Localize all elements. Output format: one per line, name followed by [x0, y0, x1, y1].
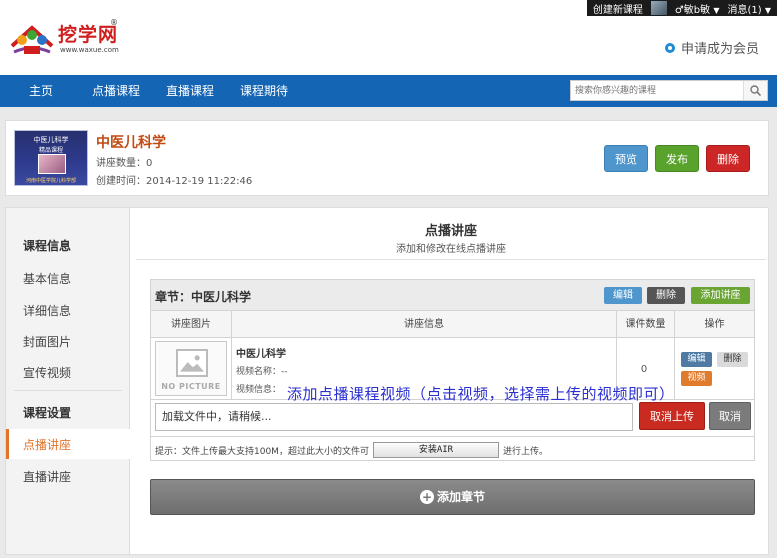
settings-sidebar: 课程信息 基本信息 详细信息 封面图片 宣传视频 课程设置 点播讲座 直播讲座 — [6, 208, 130, 554]
no-picture-label: NO PICTURE — [161, 382, 221, 391]
cover-title: 中医儿科学 — [33, 136, 69, 144]
nav-item-vod-courses[interactable]: 点播课程 — [92, 75, 140, 107]
video-button[interactable]: 视频 — [681, 371, 712, 386]
created-time: 创建时间：2014-12-19 11:22:46 — [96, 176, 253, 187]
sidebar-section-course-settings: 课程设置 — [23, 406, 72, 420]
nav-item-home[interactable]: 主页 — [29, 75, 53, 107]
lecture-image-placeholder[interactable]: NO PICTURE — [155, 341, 227, 396]
messages-menu[interactable]: 消息(1) ▼ — [727, 1, 771, 16]
top-bar: 创建新课程 ♂敏b敏 ▼ 消息(1) ▼ — [0, 0, 777, 16]
courseware-count: 0 — [640, 364, 648, 375]
lecture-count: 讲座数量：0 — [96, 158, 153, 169]
search-box — [570, 80, 768, 101]
install-air-button[interactable]: 安装AIR — [372, 442, 499, 458]
user-toolbar: 创建新课程 ♂敏b敏 ▼ 消息(1) ▼ — [586, 0, 777, 16]
edit-chapter-button[interactable]: 编辑 — [604, 287, 642, 304]
delete-chapter-button[interactable]: 删除 — [647, 287, 685, 304]
chapter-title: 章节：中医儿科学 — [155, 290, 252, 304]
page-subtitle: 添加和修改在线点播讲座 — [396, 244, 506, 255]
sidebar-item-vod-lectures[interactable]: 点播讲座 — [6, 429, 130, 459]
create-course-link[interactable]: 创建新课程 — [593, 1, 643, 16]
cover-caption: 河南中医学院儿科学部 — [25, 178, 76, 184]
sidebar-item-promo-video[interactable]: 宣传视频 — [23, 364, 71, 381]
add-chapter-button[interactable]: + 添加章节 — [150, 479, 755, 515]
add-chapter-label: 添加章节 — [436, 490, 485, 504]
lecture-title: 中医儿科学 — [236, 349, 286, 360]
sidebar-item-basic-info[interactable]: 基本信息 — [23, 270, 71, 287]
video-name: 视频名称：-- — [236, 367, 288, 377]
sidebar-item-label: 点播讲座 — [23, 438, 72, 452]
main-nav: 主页 点播课程 直播课程 课程期待 — [0, 75, 777, 107]
plus-icon: + — [419, 489, 434, 504]
upload-status-field: 加载文件中，请稍候... — [155, 403, 633, 431]
table-header: 讲座图片 讲座信息 课件数量 操作 — [151, 311, 754, 338]
video-info: 视频信息： — [236, 385, 282, 395]
column-lecture-info: 讲座信息 — [404, 319, 444, 330]
search-input[interactable] — [571, 81, 743, 100]
upload-tip: 提示：文件上传最大支持100M，超过此大小的文件可 安装AIR 进行上传。 — [155, 442, 548, 458]
preview-button[interactable]: 预览 — [604, 145, 648, 172]
course-cover-image: 中医儿科学 精品课程 河南中医学院儿科学部 — [14, 130, 88, 186]
page-title: 点播讲座 — [424, 224, 477, 239]
site-logo[interactable]: 挖学网 ® www.waxue.com — [8, 18, 128, 64]
sidebar-item-cover-image[interactable]: 封面图片 — [23, 333, 71, 350]
main-panel: 课程信息 基本信息 详细信息 封面图片 宣传视频 课程设置 点播讲座 直播讲座 … — [5, 207, 769, 555]
upload-row: 加载文件中，请稍候... 取消上传 取消 — [151, 400, 754, 436]
username: ♂敏b敏 — [674, 4, 711, 16]
cover-photo — [38, 154, 66, 174]
add-lecture-button[interactable]: 添加讲座 — [691, 287, 750, 304]
column-courseware-count: 课件数量 — [625, 319, 666, 330]
site-header: 挖学网 ® www.waxue.com 申请成为会员 — [0, 16, 777, 75]
sidebar-item-live-lectures[interactable]: 直播讲座 — [23, 468, 71, 485]
user-menu[interactable]: ♂敏b敏 ▼ — [675, 1, 720, 16]
tip-text-suffix: 进行上传。 — [502, 446, 548, 457]
column-lecture-image: 讲座图片 — [171, 319, 211, 330]
registered-mark: ® — [110, 18, 118, 27]
column-actions: 操作 — [704, 319, 725, 330]
nav-item-live-courses[interactable]: 直播课程 — [166, 75, 214, 107]
apply-member-link[interactable]: 申请成为会员 — [664, 38, 759, 57]
cancel-button[interactable]: 取消 — [709, 402, 751, 430]
cover-subtitle: 精品课程 — [38, 147, 63, 154]
divider — [151, 436, 754, 437]
apply-member-label: 申请成为会员 — [680, 42, 759, 57]
divider — [136, 259, 766, 260]
search-button[interactable] — [743, 81, 767, 100]
chapter-panel: 章节：中医儿科学 编辑 删除 添加讲座 讲座图片 讲座信息 课件数量 操作 NO… — [150, 279, 755, 461]
course-summary: 中医儿科学 精品课程 河南中医学院儿科学部 中医儿科学 讲座数量：0 创建时间：… — [5, 120, 769, 196]
tip-text: 提示：文件上传最大支持100M，超过此大小的文件可 — [155, 446, 369, 457]
avatar[interactable] — [650, 1, 667, 15]
search-icon — [750, 85, 761, 96]
course-title[interactable]: 中医儿科学 — [96, 132, 166, 152]
sidebar-item-details[interactable]: 详细信息 — [23, 302, 71, 319]
logo-mark-icon — [10, 25, 54, 54]
delete-course-button[interactable]: 删除 — [706, 145, 750, 172]
bullet-icon — [664, 42, 675, 53]
logo-url: www.waxue.com — [60, 46, 119, 54]
delete-lecture-button[interactable]: 删除 — [717, 352, 748, 367]
chevron-down-icon: ▼ — [713, 5, 720, 15]
edit-lecture-button[interactable]: 编辑 — [681, 352, 712, 367]
logo-text: 挖学网 — [58, 24, 119, 46]
sidebar-divider — [14, 390, 122, 391]
messages-label: 消息(1) — [727, 4, 762, 16]
chapter-header: 章节：中医儿科学 编辑 删除 添加讲座 — [151, 280, 754, 311]
chevron-down-icon: ▼ — [764, 5, 771, 15]
nav-item-course-wishlist[interactable]: 课程期待 — [240, 75, 288, 107]
instruction-annotation: 添加点播课程视频（点击视频，选择需上传的视频即可） — [287, 385, 675, 403]
publish-button[interactable]: 发布 — [655, 145, 699, 172]
sidebar-section-course-info: 课程信息 — [23, 239, 72, 253]
image-placeholder-icon — [176, 349, 208, 377]
cancel-upload-button[interactable]: 取消上传 — [639, 402, 705, 430]
